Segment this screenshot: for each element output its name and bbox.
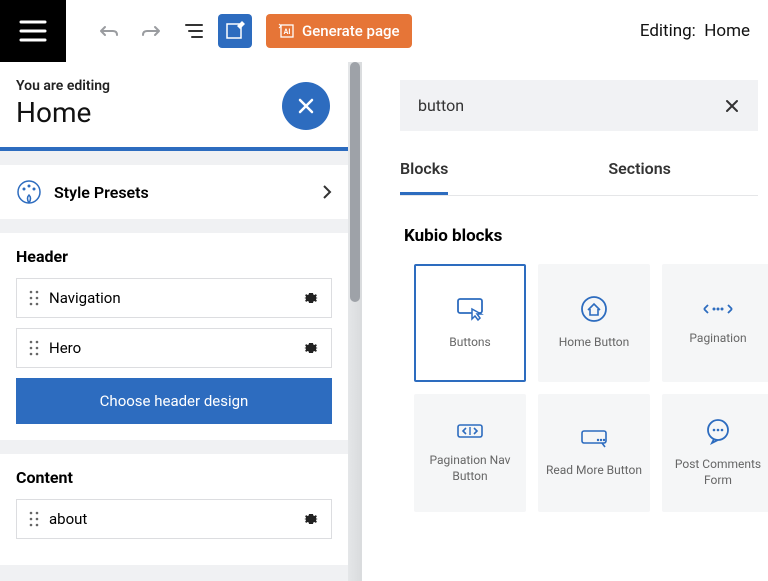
block-search-input[interactable]: button <box>400 80 758 131</box>
gear-icon[interactable] <box>303 511 319 527</box>
clear-search-icon[interactable] <box>724 98 740 114</box>
block-pagination[interactable]: Pagination <box>662 264 768 382</box>
header-item-hero[interactable]: Hero <box>16 328 332 368</box>
cursor-box-icon <box>454 295 486 323</box>
close-editor-button[interactable] <box>282 82 330 130</box>
block-read-more-button[interactable]: Read More Button <box>538 394 650 512</box>
content-panel: Content about <box>0 454 348 565</box>
drag-handle-icon[interactable] <box>29 290 39 306</box>
edit-mode-button[interactable] <box>218 14 252 48</box>
editing-header: You are editing Home <box>0 62 348 151</box>
block-tabs: Blocks Sections <box>400 159 758 196</box>
gear-icon[interactable] <box>303 340 319 356</box>
block-label: Pagination Nav Button <box>414 453 526 484</box>
editing-header-label: You are editing <box>16 78 332 94</box>
palette-icon <box>16 179 42 205</box>
header-panel: Header Navigation Hero Choose header des… <box>0 233 348 440</box>
generate-page-label: Generate page <box>302 22 400 40</box>
redo-button[interactable] <box>134 14 168 48</box>
undo-button[interactable] <box>92 14 126 48</box>
editing-prefix: Editing: <box>640 21 696 41</box>
ai-generate-icon: AI <box>278 22 296 40</box>
search-value: button <box>418 96 724 115</box>
list-view-button[interactable] <box>176 14 210 48</box>
block-label: Pagination <box>683 331 752 347</box>
nav-arrows-icon <box>454 421 486 441</box>
editing-page-name: Home <box>704 21 750 41</box>
tab-blocks[interactable]: Blocks <box>400 159 448 195</box>
blocks-group-heading: Kubio blocks <box>404 226 758 246</box>
hamburger-icon <box>19 20 47 42</box>
style-presets-label: Style Presets <box>54 183 310 202</box>
scrollbar-thumb[interactable] <box>350 62 360 302</box>
redo-icon <box>140 22 162 40</box>
editing-indicator: Editing: Home <box>640 21 750 41</box>
style-presets-row[interactable]: Style Presets <box>0 165 348 219</box>
close-icon <box>296 96 316 116</box>
block-buttons[interactable]: Buttons <box>414 264 526 382</box>
top-actions: AI Generate page <box>92 14 412 48</box>
chevron-right-icon <box>322 184 332 200</box>
dots-icon <box>700 299 736 319</box>
svg-text:AI: AI <box>284 28 291 36</box>
right-panel: button Blocks Sections Kubio blocks Butt… <box>362 62 768 581</box>
gear-icon[interactable] <box>303 290 319 306</box>
choose-header-design-button[interactable]: Choose header design <box>16 378 332 424</box>
home-icon <box>580 295 608 323</box>
content-item-about[interactable]: about <box>16 499 332 539</box>
list-icon <box>182 22 204 40</box>
hamburger-menu-button[interactable] <box>0 0 66 62</box>
drag-handle-icon[interactable] <box>29 511 39 527</box>
blocks-grid: Buttons Home Button Pagination Paginatio… <box>414 264 758 512</box>
block-post-comments-form[interactable]: Post Comments Form <box>662 394 768 512</box>
block-home-button[interactable]: Home Button <box>538 264 650 382</box>
topbar: AI Generate page Editing: Home <box>0 0 768 62</box>
item-label: Navigation <box>49 289 293 307</box>
item-label: about <box>49 510 293 528</box>
block-label: Read More Button <box>540 463 648 479</box>
read-more-icon <box>578 427 610 451</box>
speech-icon <box>704 417 732 445</box>
header-panel-title: Header <box>16 247 332 266</box>
header-item-navigation[interactable]: Navigation <box>16 278 332 318</box>
pencil-box-icon <box>225 21 245 41</box>
item-label: Hero <box>49 339 293 357</box>
block-label: Home Button <box>553 335 636 351</box>
left-sidebar: You are editing Home Style Presets Heade… <box>0 62 348 581</box>
generate-page-button[interactable]: AI Generate page <box>266 14 412 48</box>
block-label: Buttons <box>443 335 497 351</box>
undo-icon <box>98 22 120 40</box>
tab-sections[interactable]: Sections <box>608 159 670 195</box>
scrollbar[interactable] <box>348 62 362 581</box>
content-panel-title: Content <box>16 468 332 487</box>
block-pagination-nav-button[interactable]: Pagination Nav Button <box>414 394 526 512</box>
block-label: Post Comments Form <box>662 457 768 488</box>
drag-handle-icon[interactable] <box>29 340 39 356</box>
